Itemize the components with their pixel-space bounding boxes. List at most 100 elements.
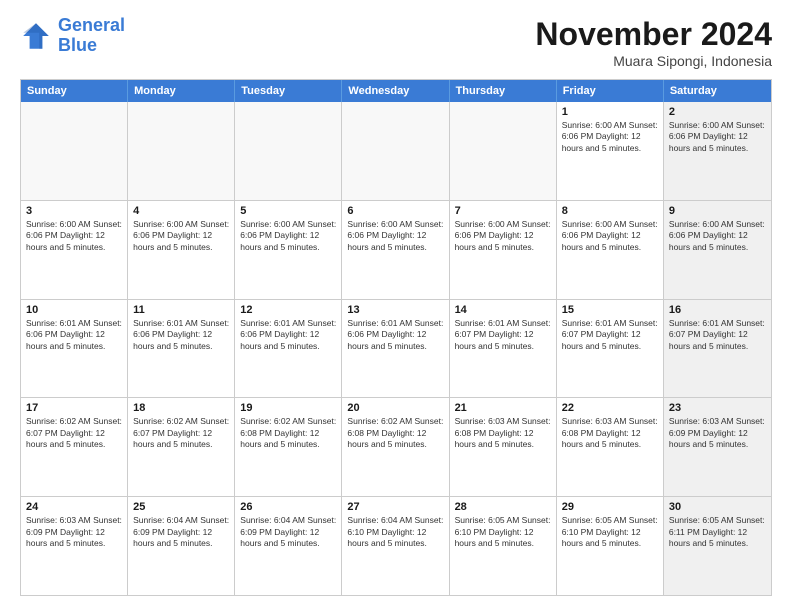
day-info: Sunrise: 6:00 AM Sunset: 6:06 PM Dayligh… [562,120,658,154]
day-cell-16: 16 Sunrise: 6:01 AM Sunset: 6:07 PM Dayli… [664,300,771,398]
day-info: Sunrise: 6:01 AM Sunset: 6:07 PM Dayligh… [562,318,658,352]
day-number: 22 [562,402,658,414]
day-info: Sunrise: 6:03 AM Sunset: 6:08 PM Dayligh… [562,416,658,450]
day-number: 21 [455,402,551,414]
cal-row-2: 10 Sunrise: 6:01 AM Sunset: 6:06 PM Dayli… [21,299,771,398]
header-cell-thursday: Thursday [450,80,557,102]
day-info: Sunrise: 6:00 AM Sunset: 6:06 PM Dayligh… [133,219,229,253]
header-cell-wednesday: Wednesday [342,80,449,102]
day-cell-30: 30Sunrise: 6:05 AM Sunset: 6:11 PM Dayli… [664,497,771,595]
day-cell-11: 11 Sunrise: 6:01 AM Sunset: 6:06 PM Dayli… [128,300,235,398]
day-cell-21: 21 Sunrise: 6:03 AM Sunset: 6:08 PM Dayli… [450,398,557,496]
day-number: 5 [240,205,336,217]
calendar-header: SundayMondayTuesdayWednesdayThursdayFrid… [21,80,771,102]
day-info: Sunrise: 6:01 AM Sunset: 6:06 PM Dayligh… [240,318,336,352]
day-info: Sunrise: 6:00 AM Sunset: 6:06 PM Dayligh… [562,219,658,253]
day-number: 17 [26,402,122,414]
day-info: Sunrise: 6:02 AM Sunset: 6:07 PM Dayligh… [26,416,122,450]
day-info: Sunrise: 6:00 AM Sunset: 6:06 PM Dayligh… [240,219,336,253]
day-cell-17: 17 Sunrise: 6:02 AM Sunset: 6:07 PM Dayli… [21,398,128,496]
day-info: Sunrise: 6:01 AM Sunset: 6:06 PM Dayligh… [133,318,229,352]
day-number: 28 [455,501,551,513]
day-number: 6 [347,205,443,217]
day-info: Sunrise: 6:03 AM Sunset: 6:08 PM Dayligh… [455,416,551,450]
header-cell-friday: Friday [557,80,664,102]
day-cell-27: 27 Sunrise: 6:04 AM Sunset: 6:10 PM Dayli… [342,497,449,595]
day-number: 14 [455,304,551,316]
day-number: 9 [669,205,766,217]
day-cell-23: 23Sunrise: 6:03 AM Sunset: 6:09 PM Dayli… [664,398,771,496]
day-info: Sunrise: 6:01 AM Sunset: 6:07 PM Dayligh… [669,318,766,352]
day-number: 27 [347,501,443,513]
day-info: Sunrise: 6:01 AM Sunset: 6:07 PM Dayligh… [455,318,551,352]
day-number: 15 [562,304,658,316]
day-info: Sunrise: 6:01 AM Sunset: 6:06 PM Dayligh… [26,318,122,352]
header-cell-saturday: Saturday [664,80,771,102]
empty-cell [450,102,557,200]
day-number: 2 [669,106,766,118]
day-cell-25: 25 Sunrise: 6:04 AM Sunset: 6:09 PM Dayli… [128,497,235,595]
day-number: 3 [26,205,122,217]
day-cell-19: 19Sunrise: 6:02 AM Sunset: 6:08 PM Dayli… [235,398,342,496]
cal-row-1: 3 Sunrise: 6:00 AM Sunset: 6:06 PM Daylig… [21,200,771,299]
empty-cell [21,102,128,200]
day-number: 4 [133,205,229,217]
day-number: 23 [669,402,766,414]
day-cell-8: 8 Sunrise: 6:00 AM Sunset: 6:06 PM Daylig… [557,201,664,299]
day-cell-24: 24Sunrise: 6:03 AM Sunset: 6:09 PM Dayli… [21,497,128,595]
day-info: Sunrise: 6:04 AM Sunset: 6:09 PM Dayligh… [240,515,336,549]
day-cell-13: 13 Sunrise: 6:01 AM Sunset: 6:06 PM Dayli… [342,300,449,398]
empty-cell [235,102,342,200]
day-cell-7: 7 Sunrise: 6:00 AM Sunset: 6:06 PM Daylig… [450,201,557,299]
day-number: 30 [669,501,766,513]
day-info: Sunrise: 6:05 AM Sunset: 6:10 PM Dayligh… [562,515,658,549]
day-info: Sunrise: 6:00 AM Sunset: 6:06 PM Dayligh… [26,219,122,253]
day-cell-14: 14 Sunrise: 6:01 AM Sunset: 6:07 PM Dayli… [450,300,557,398]
day-cell-12: 12 Sunrise: 6:01 AM Sunset: 6:06 PM Dayli… [235,300,342,398]
day-number: 16 [669,304,766,316]
day-number: 18 [133,402,229,414]
day-info: Sunrise: 6:00 AM Sunset: 6:06 PM Dayligh… [669,120,766,154]
day-cell-15: 15 Sunrise: 6:01 AM Sunset: 6:07 PM Dayli… [557,300,664,398]
day-number: 29 [562,501,658,513]
day-cell-2: 2 Sunrise: 6:00 AM Sunset: 6:06 PM Daylig… [664,102,771,200]
day-cell-18: 18Sunrise: 6:02 AM Sunset: 6:07 PM Dayli… [128,398,235,496]
day-number: 10 [26,304,122,316]
day-number: 1 [562,106,658,118]
day-number: 12 [240,304,336,316]
day-number: 25 [133,501,229,513]
day-cell-4: 4 Sunrise: 6:00 AM Sunset: 6:06 PM Daylig… [128,201,235,299]
day-number: 20 [347,402,443,414]
header-cell-monday: Monday [128,80,235,102]
day-info: Sunrise: 6:04 AM Sunset: 6:09 PM Dayligh… [133,515,229,549]
logo-icon [20,20,52,52]
day-cell-1: 1 Sunrise: 6:00 AM Sunset: 6:06 PM Daylig… [557,102,664,200]
calendar-body: 1 Sunrise: 6:00 AM Sunset: 6:06 PM Daylig… [21,102,771,595]
day-info: Sunrise: 6:03 AM Sunset: 6:09 PM Dayligh… [26,515,122,549]
cal-row-4: 24Sunrise: 6:03 AM Sunset: 6:09 PM Dayli… [21,496,771,595]
day-number: 26 [240,501,336,513]
empty-cell [128,102,235,200]
day-number: 8 [562,205,658,217]
logo-text: General Blue [58,16,125,56]
day-number: 7 [455,205,551,217]
month-title: November 2024 [535,16,772,53]
day-cell-9: 9Sunrise: 6:00 AM Sunset: 6:06 PM Daylig… [664,201,771,299]
day-cell-28: 28Sunrise: 6:05 AM Sunset: 6:10 PM Dayli… [450,497,557,595]
page: General Blue November 2024 Muara Sipongi… [0,0,792,612]
day-info: Sunrise: 6:00 AM Sunset: 6:06 PM Dayligh… [455,219,551,253]
day-info: Sunrise: 6:04 AM Sunset: 6:10 PM Dayligh… [347,515,443,549]
logo-general: General [58,15,125,35]
empty-cell [342,102,449,200]
day-info: Sunrise: 6:00 AM Sunset: 6:06 PM Dayligh… [347,219,443,253]
cal-row-0: 1 Sunrise: 6:00 AM Sunset: 6:06 PM Daylig… [21,102,771,200]
logo-blue: Blue [58,35,97,55]
subtitle: Muara Sipongi, Indonesia [535,53,772,69]
day-cell-6: 6 Sunrise: 6:00 AM Sunset: 6:06 PM Daylig… [342,201,449,299]
day-info: Sunrise: 6:01 AM Sunset: 6:06 PM Dayligh… [347,318,443,352]
day-number: 13 [347,304,443,316]
day-cell-3: 3 Sunrise: 6:00 AM Sunset: 6:06 PM Daylig… [21,201,128,299]
header-cell-tuesday: Tuesday [235,80,342,102]
header: General Blue November 2024 Muara Sipongi… [20,16,772,69]
day-number: 11 [133,304,229,316]
